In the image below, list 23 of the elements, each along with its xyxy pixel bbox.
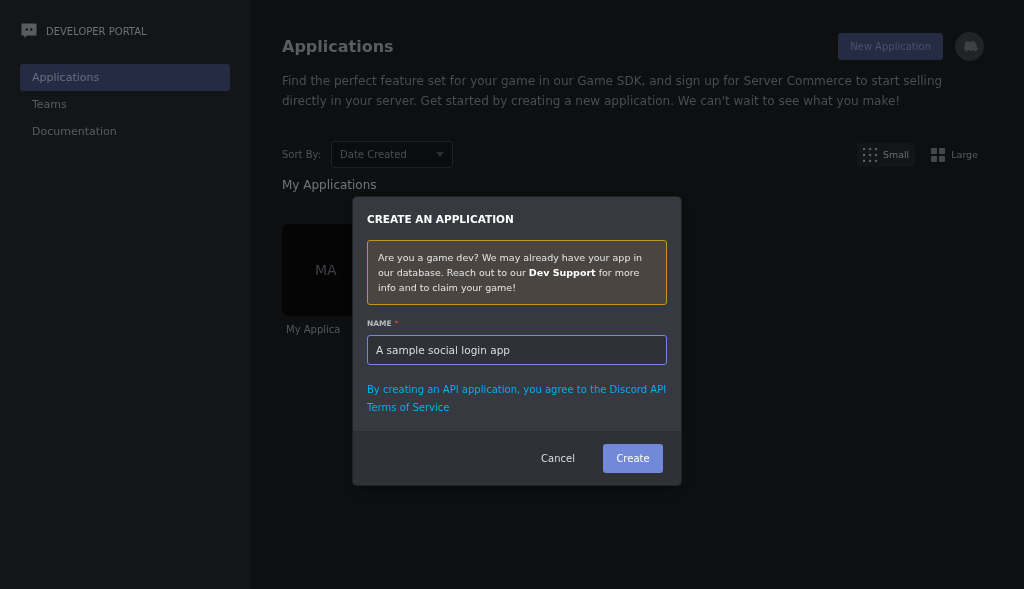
view-toggle[interactable]: Small bbox=[856, 142, 916, 167]
dialog-title: CREATE AN APPLICATION bbox=[367, 213, 515, 225]
sidebar-item[interactable]: Teams bbox=[20, 91, 230, 118]
notice-text: Are you a game dev? We may already have your app in our database. Reach out to our Dev Support for more info and to claim your game! bbox=[367, 240, 667, 305]
name-input-field[interactable]: A sample social login app bbox=[367, 335, 667, 365]
view-toggle[interactable]: Large bbox=[925, 142, 984, 167]
section-title: My Applications bbox=[282, 178, 377, 192]
grid-icon bbox=[931, 147, 946, 162]
sort-dropdown[interactable]: Date Created bbox=[331, 141, 454, 168]
chat-logo-icon bbox=[20, 22, 38, 40]
terms-link[interactable]: By creating an API application, you agree to the Discord API Terms of Service bbox=[367, 381, 667, 417]
brand-name: DEVELOPER PORTAL bbox=[46, 25, 147, 37]
sort-label: Sort By: bbox=[282, 149, 322, 160]
cancel-button[interactable]: Cancel bbox=[535, 452, 581, 465]
user-avatar[interactable] bbox=[955, 32, 984, 61]
app-name: My Applica bbox=[285, 324, 341, 335]
sidebar-item[interactable]: Applications bbox=[20, 64, 230, 91]
page-title: Applications bbox=[282, 37, 394, 56]
dot-grid-icon bbox=[862, 147, 877, 162]
create-button[interactable]: Create bbox=[603, 444, 663, 473]
caret-icon bbox=[436, 152, 445, 157]
intro-text: Find the perfect feature set for your game in our Game SDK, and sign up for Server Commerce to start selling directly in your server. Get started by creating a new application. We can't wait to see what you make! bbox=[282, 73, 944, 110]
sidebar-item[interactable]: Documentation bbox=[20, 118, 230, 145]
